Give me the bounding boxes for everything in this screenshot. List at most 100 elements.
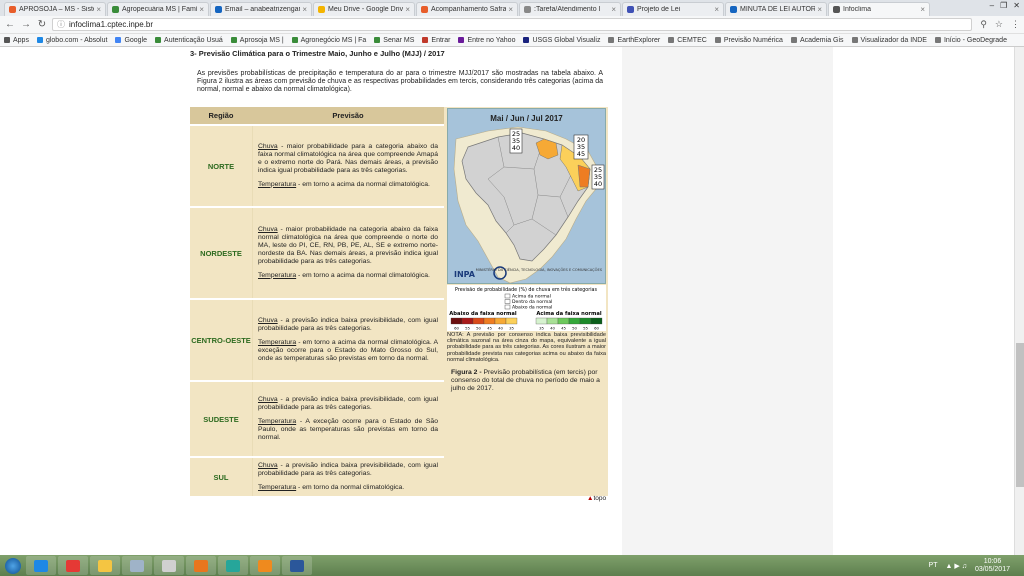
bookmark-label: Agronegócio MS | Fa [300,36,367,44]
legend-item-below: Abaixo da normal [512,305,552,311]
bookmark-favicon-icon [374,37,381,43]
bookmark-item[interactable]: Início - GeoDegrade [934,37,1007,44]
bookmark-label: Google [124,36,148,44]
bookmark-item[interactable]: USGS Global Visualiz [523,37,600,44]
app-5-taskbar-button[interactable] [154,556,184,575]
bookmark-favicon-icon [714,37,721,43]
forward-icon[interactable]: → [20,19,32,30]
top-link[interactable]: ▲topo [587,495,606,502]
forecast-map: Mai / Jun / Jul 2017 25 35 40 20 35 45 2… [447,108,606,284]
tab-close-icon[interactable]: × [405,5,410,14]
bookmark-label: Academia Gis [799,36,844,44]
table-row: SUL Chuva - a previsão indica baixa previ… [190,456,444,496]
bookmark-favicon-icon [4,37,10,43]
bookmark-item[interactable]: Aprosoja MS | [230,37,284,44]
tab-title: Email – anabeatrizengar [225,6,301,13]
word-taskbar-button[interactable] [282,556,312,575]
browser-tab[interactable]: Projeto de Lei × [622,2,724,16]
tab-close-icon[interactable]: × [611,5,616,14]
below-swatch [461,317,474,325]
column-divider [252,458,253,496]
back-icon[interactable]: ← [4,19,16,30]
firefox-taskbar-button[interactable] [186,556,216,575]
minimize-icon[interactable]: – [990,1,994,10]
bookmark-label: USGS Global Visualiz [532,36,601,44]
table-row: CENTRO-OESTE Chuva - a previsão indica ba… [190,298,444,380]
bookmark-item[interactable]: Academia Gis [790,36,844,44]
legend-title: Previsão de probabilidade (%) de chuva e… [455,286,597,293]
bookmark-item[interactable]: Senar MS [374,37,414,44]
tab-title: Infoclima [843,6,872,13]
bookmarks-bar: Apps globo.com - Absolut Google Autenticaçã… [0,34,1024,47]
bookmark-favicon-icon [36,37,43,43]
tab-favicon-icon [9,6,16,13]
bookmark-item[interactable]: Entrar [422,37,450,44]
column-divider [252,208,253,298]
scrollbar-thumb[interactable] [1016,343,1024,487]
browser-tab[interactable]: :Tarefa/Atendimento I × [519,2,621,16]
browser-tab[interactable]: Meu Drive - Google Driv × [313,2,415,16]
browser-tab[interactable]: Acompanhamento Safra × [416,2,518,16]
tab-close-icon[interactable]: × [920,5,925,14]
temperature-text: - em torno a acima da normal climatológi… [296,180,430,188]
maximize-icon[interactable]: ❐ [1000,1,1007,10]
tab-close-icon[interactable]: × [714,5,719,14]
tab-close-icon[interactable]: × [96,5,101,14]
reload-icon[interactable]: ↻ [36,19,48,30]
browser-tab[interactable]: MINUTA DE LEI AUTORIZ × [725,2,827,16]
tab-close-icon[interactable]: × [302,5,307,14]
bookmark-item[interactable]: CEMTEC [668,37,707,44]
info-icon[interactable]: ⓘ [57,19,65,30]
forecast-cell: Chuva - a previsão indica baixa previsib… [258,382,438,456]
bookmark-favicon-icon [523,37,530,43]
bookmark-item[interactable]: EarthExplorer [608,37,660,44]
tab-title: Projeto de Lei [637,6,681,13]
browser-tab[interactable]: Infoclima × [828,2,930,16]
column-divider [252,382,253,456]
chrome-taskbar-button[interactable] [58,556,88,575]
app-4-taskbar-button[interactable] [122,556,152,575]
tab-close-icon[interactable]: × [199,5,204,14]
above-scale-label: 50 [572,326,577,331]
below-scale-label: 60 [454,326,459,331]
above-swatch [568,317,581,325]
star-icon[interactable]: ☆ [995,19,1003,30]
address-bar[interactable]: ⓘ infoclima1.cptec.inpe.br [52,18,973,31]
close-window-icon[interactable]: ✕ [1013,1,1020,10]
tab-close-icon[interactable]: × [817,5,822,14]
file-explorer-taskbar-button[interactable] [90,556,120,575]
bookmark-item[interactable]: Visualizador da INDE [851,37,927,44]
region-name: NORDESTE [200,248,242,258]
app-7-taskbar-button[interactable] [218,556,248,575]
bookmark-favicon-icon [422,37,429,43]
language-indicator[interactable]: PT [929,562,938,569]
bookmark-item[interactable]: Apps [4,37,29,44]
browser-tab[interactable]: Email – anabeatrizengar × [210,2,312,16]
vertical-scrollbar[interactable] [1014,47,1024,555]
zoom-icon[interactable]: ⚲ [980,19,987,30]
browser-tab[interactable]: APROSOJA – MS - Sistem × [4,2,106,16]
table-row: NORTE Chuva - maior probabilidade para a … [190,124,444,206]
bookmark-label: globo.com - Absolut [45,36,108,44]
top-link-text: topo [593,495,607,502]
above-scale-label: 35 [539,326,544,331]
browser-tab[interactable]: Agropecuária MS | Famí × [107,2,209,16]
bookmark-item[interactable]: globo.com - Absolut [36,36,108,44]
bookmark-favicon-icon [608,37,615,43]
internet-explorer-taskbar-button[interactable] [26,556,56,575]
bookmark-item[interactable]: Google [115,37,147,44]
tray-icons[interactable]: ▲ ▶ ♫ [946,562,967,570]
clock[interactable]: 10:06 03/05/2017 [975,558,1010,574]
menu-icon[interactable]: ⋮ [1011,19,1020,30]
rain-label: Chuva [258,143,278,151]
bookmark-item[interactable]: Agronegócio MS | Fa [291,36,367,44]
bookmark-item[interactable]: Previsão Numérica [714,37,783,44]
temperature-text: - em torno a acima da normal climatológi… [296,271,430,279]
rain-forecast: Chuva - a previsão indica baixa previsib… [258,396,438,412]
tab-close-icon[interactable]: × [508,5,513,14]
app-8-taskbar-button[interactable] [250,556,280,575]
start-button[interactable] [0,555,26,576]
above-swatch [590,317,603,325]
bookmark-item[interactable]: Autenticação Usuá [155,37,223,44]
bookmark-item[interactable]: Entre no Yahoo [458,37,515,44]
